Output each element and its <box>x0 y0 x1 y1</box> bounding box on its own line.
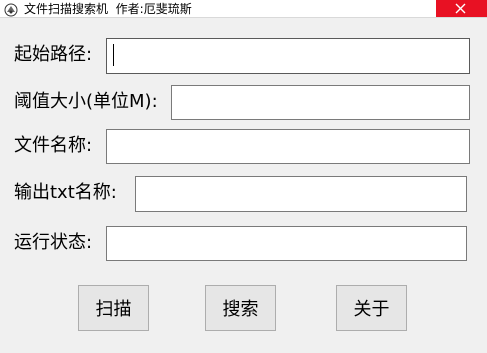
threshold-input[interactable] <box>171 85 470 120</box>
output-txt-input[interactable] <box>135 176 467 212</box>
scan-button[interactable]: 扫描 <box>78 285 149 331</box>
close-icon <box>455 3 466 14</box>
file-name-input[interactable] <box>106 129 470 164</box>
file-name-label: 文件名称: <box>14 135 93 156</box>
title-bar: 文件扫描搜索机 作者:厄斐琉斯 <box>0 0 487 18</box>
author-text: 作者:厄斐琉斯 <box>115 2 192 16</box>
about-button[interactable]: 关于 <box>336 285 407 331</box>
status-field[interactable] <box>106 226 467 261</box>
start-path-label: 起始路径: <box>14 44 93 65</box>
status-label: 运行状态: <box>14 232 93 253</box>
app-title: 文件扫描搜索机 <box>24 2 109 16</box>
search-button[interactable]: 搜索 <box>205 285 276 331</box>
window-title: 文件扫描搜索机 作者:厄斐琉斯 <box>24 1 192 17</box>
app-logo-icon <box>4 2 18 17</box>
output-txt-label: 输出txt名称: <box>14 182 117 203</box>
start-path-input[interactable] <box>106 38 470 74</box>
close-button[interactable] <box>436 0 487 17</box>
threshold-label: 阈值大小(单位M): <box>14 91 158 112</box>
text-caret <box>113 44 114 66</box>
